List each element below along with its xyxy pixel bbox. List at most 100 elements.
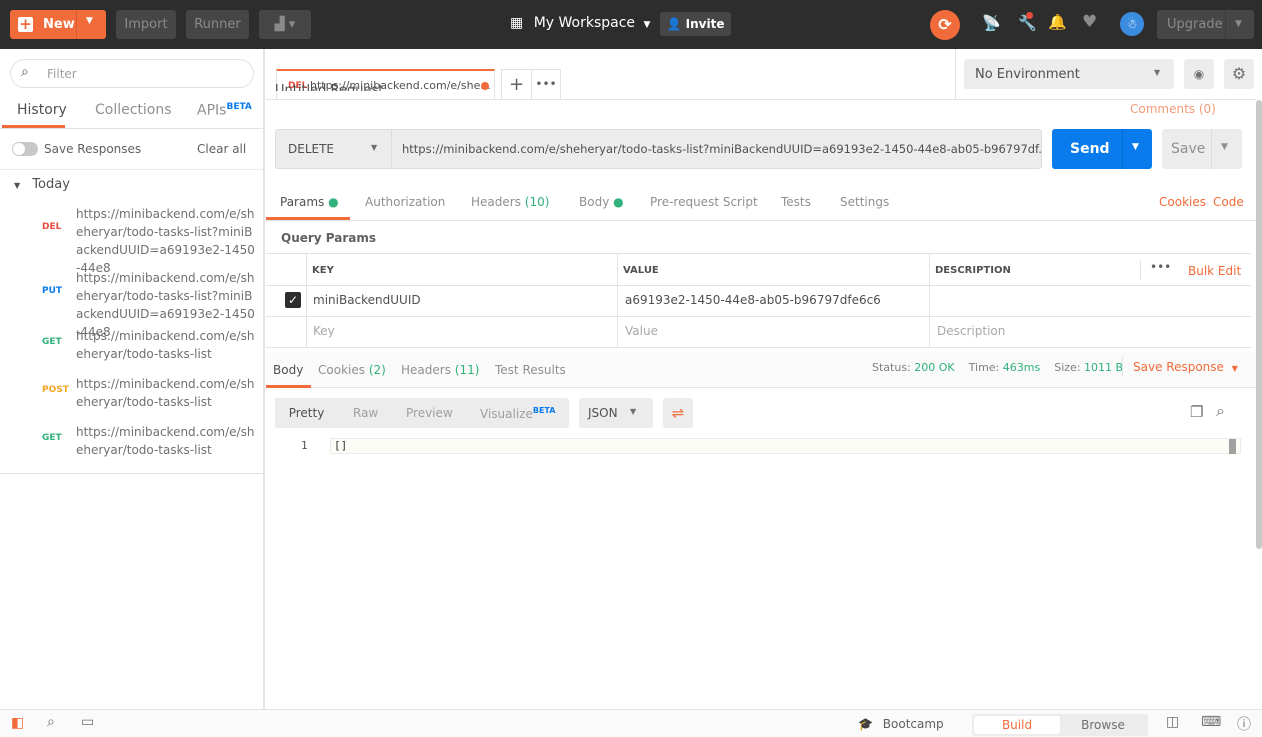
chevron-down-icon: ▼ <box>1221 142 1228 152</box>
tab-settings[interactable]: Settings <box>840 195 889 209</box>
response-tab-headers[interactable]: Headers (11) <box>401 363 479 377</box>
bootcamp-button[interactable]: 🎓 Bootcamp <box>858 717 944 731</box>
two-pane-icon[interactable]: ◫ <box>1166 714 1179 730</box>
method-label: DELETE <box>288 142 335 156</box>
toggle-sidebar-icon[interactable]: ◧ <box>11 715 24 731</box>
console-icon[interactable]: ▭ <box>81 714 94 730</box>
view-visualize[interactable]: VisualizeBETA <box>480 406 555 421</box>
help-icon[interactable]: ⓘ <box>1237 714 1251 734</box>
heart-icon[interactable]: ♥ <box>1082 12 1097 32</box>
search-icon[interactable]: ⌕ <box>1216 401 1225 421</box>
status-value[interactable]: 200 OK <box>914 361 954 374</box>
environment-label: No Environment <box>975 67 1080 82</box>
sync-icon[interactable]: ⟳ <box>930 10 960 40</box>
copy-icon[interactable]: ❐ <box>1190 403 1203 421</box>
caret-down-icon: ▼ <box>14 181 21 190</box>
column-header-key: KEY <box>312 265 334 276</box>
tab-params[interactable]: Params ● <box>280 195 339 209</box>
method-badge: GET <box>42 433 62 443</box>
method-badge: POST <box>42 385 69 395</box>
tab-body[interactable]: Body ● <box>579 195 624 209</box>
cookies-link[interactable]: Cookies <box>1159 195 1206 209</box>
save-response-button[interactable]: Save Response ▼ <box>1133 360 1238 374</box>
tab-pre-request-script[interactable]: Pre-request Script <box>650 195 758 209</box>
new-window-button[interactable]: ▟ ▾ <box>259 10 311 39</box>
bulk-edit-link[interactable]: Bulk Edit <box>1188 264 1241 278</box>
scrollbar[interactable] <box>1256 100 1262 549</box>
build-button[interactable]: Build <box>974 716 1060 734</box>
view-raw[interactable]: Raw <box>353 406 378 420</box>
body-label: Body <box>579 195 610 209</box>
tab-collections[interactable]: Collections <box>95 102 172 118</box>
workspace-name: My Workspace <box>533 15 636 31</box>
bootcamp-icon: 🎓 <box>858 717 873 731</box>
avatar[interactable]: ☃ <box>1120 12 1144 36</box>
tab-options-button[interactable]: ••• <box>532 69 561 100</box>
column-header-value: VALUE <box>623 265 659 276</box>
request-name[interactable]: Untitled Request <box>275 82 383 91</box>
headers-label: Headers <box>401 363 451 377</box>
keyboard-icon[interactable]: ⌨ <box>1201 714 1221 730</box>
workspace-switcher[interactable]: ▦ My Workspace ▼ <box>510 15 650 31</box>
response-tab-test-results[interactable]: Test Results <box>495 363 566 377</box>
tab-headers[interactable]: Headers (10) <box>471 195 549 209</box>
url-input[interactable]: https://minibackend.com/e/sheheryar/todo… <box>391 129 1042 169</box>
upgrade-button[interactable]: Upgrade ▼ <box>1157 10 1254 39</box>
history-url: https://minibackend.com/e/sheheryar/todo… <box>76 425 255 457</box>
browse-button[interactable]: Browse <box>1060 716 1146 734</box>
comments-button[interactable]: Comments (0) <box>1130 102 1216 116</box>
param-checkbox[interactable]: ✓ <box>285 292 301 308</box>
tab-tests[interactable]: Tests <box>781 195 811 209</box>
response-body-editor[interactable]: [] <box>330 438 1241 454</box>
environment-quick-look-button[interactable]: ◉ <box>1184 59 1214 89</box>
tab-apis[interactable]: APIsBETA <box>197 102 252 119</box>
beta-badge: BETA <box>532 406 556 415</box>
status-dot-icon: ● <box>328 195 339 209</box>
clear-all-button[interactable]: Clear all <box>197 142 246 156</box>
response-tab-cookies[interactable]: Cookies (2) <box>318 363 386 377</box>
wrap-lines-button[interactable]: ⇌ <box>663 398 693 428</box>
view-preview[interactable]: Preview <box>406 406 453 420</box>
invite-button[interactable]: 👤 Invite <box>660 12 731 36</box>
new-value-input[interactable]: Value <box>625 324 658 338</box>
save-responses-toggle[interactable] <box>12 142 38 156</box>
time-value[interactable]: 463ms <box>1003 361 1040 374</box>
send-button[interactable]: Send ▼ <box>1052 129 1152 169</box>
param-value[interactable]: a69193e2-1450-44e8-ab05-b96797dfe6c6 <box>625 293 881 307</box>
manage-environments-button[interactable]: ⚙ <box>1224 59 1254 89</box>
history-group-today[interactable]: ▼ Today <box>14 177 70 192</box>
grid-icon: ▦ <box>510 15 524 31</box>
method-select[interactable]: DELETE ▼ <box>275 129 392 169</box>
save-button[interactable]: Save ▼ <box>1162 129 1242 169</box>
wrench-icon[interactable]: 🔧 <box>1018 12 1037 32</box>
chevron-down-icon[interactable]: ▼ <box>86 16 93 26</box>
satellite-icon[interactable]: 📡 <box>982 14 1001 32</box>
find-icon[interactable]: ⌕ <box>47 714 55 730</box>
runner-button[interactable]: Runner <box>186 10 249 39</box>
new-button[interactable]: + New ▼ <box>10 10 106 39</box>
import-button[interactable]: Import <box>116 10 176 39</box>
bootcamp-label: Bootcamp <box>882 717 944 731</box>
status-bar: ◧ ⌕ ▭ 🎓 Bootcamp Build Browse ◫ ⌨ ⓘ <box>0 709 1262 737</box>
size-value[interactable]: 1011 B <box>1084 361 1123 374</box>
response-meta: Status: 200 OK Time: 463ms Size: 1011 B <box>872 361 1123 374</box>
status-dot-icon: ● <box>613 195 624 209</box>
param-key[interactable]: miniBackendUUID <box>313 293 421 307</box>
tab-authorization[interactable]: Authorization <box>365 195 445 209</box>
more-options-icon[interactable]: ••• <box>1150 260 1171 274</box>
bell-icon[interactable]: 🔔 <box>1048 13 1067 31</box>
view-pretty[interactable]: Pretty <box>275 398 338 428</box>
environment-select[interactable]: No Environment ▼ <box>964 59 1174 89</box>
code-link[interactable]: Code <box>1213 195 1244 209</box>
filter-input[interactable]: ⌕ Filter <box>10 59 254 88</box>
chevron-down-icon: ▼ <box>1132 142 1139 152</box>
tab-history[interactable]: History <box>17 102 67 118</box>
response-tab-body[interactable]: Body <box>273 363 303 377</box>
new-key-input[interactable]: Key <box>313 324 335 338</box>
format-label: JSON <box>588 406 618 420</box>
save-label: Save <box>1171 141 1206 157</box>
new-description-input[interactable]: Description <box>937 324 1005 338</box>
column-header-description: DESCRIPTION <box>935 265 1011 276</box>
new-tab-button[interactable]: + <box>501 69 532 100</box>
format-select[interactable]: JSON ▼ <box>579 398 653 428</box>
